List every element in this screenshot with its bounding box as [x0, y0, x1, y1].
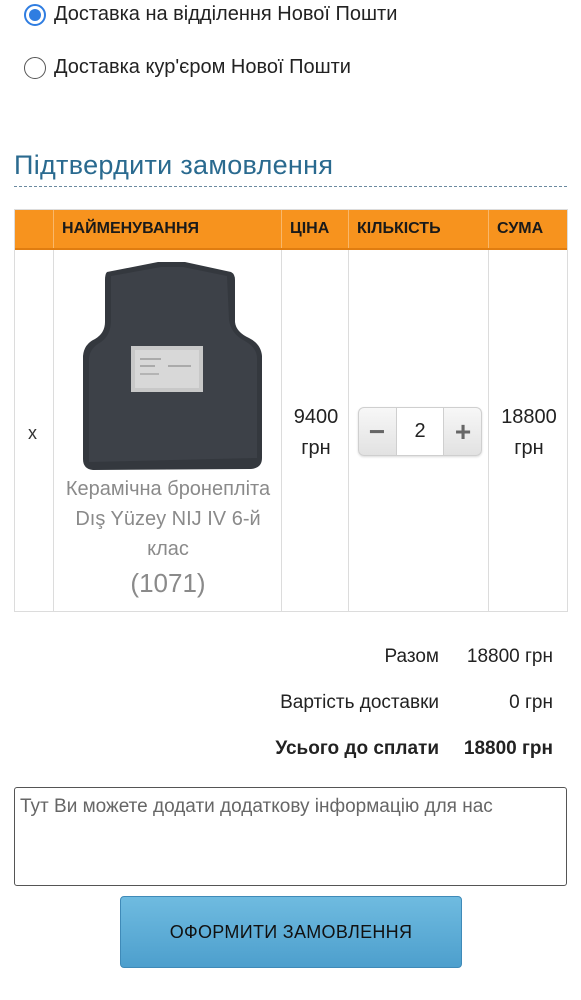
delivery-option-branch-label: Доставка на відділення Нової Пошти — [54, 3, 398, 25]
remove-item-button[interactable]: x — [28, 423, 37, 444]
quantity-input[interactable]: 2 — [396, 408, 444, 455]
product-name-link[interactable]: Керамічна бронепліта Dış Yüzey NIJ IV 6-… — [55, 474, 281, 564]
header-quantity: КІЛЬКІСТЬ — [357, 220, 441, 237]
order-table: НАЙМЕНУВАННЯ ЦІНА КІЛЬКІСТЬ СУМА x Керам… — [14, 209, 568, 612]
header-divider — [281, 210, 282, 248]
decrease-quantity-button[interactable]: − — [359, 408, 395, 455]
delivery-cost-value: 0 грн — [509, 692, 553, 713]
header-divider — [488, 210, 489, 248]
quantity-stepper: − 2 + — [358, 407, 482, 456]
section-title: Підтвердити замовлення — [14, 150, 334, 180]
product-image[interactable] — [63, 262, 277, 474]
product-code: (1071) — [130, 568, 206, 598]
submit-order-button[interactable]: ОФОРМИТИ ЗАМОВЛЕННЯ — [120, 896, 462, 968]
header-divider — [53, 210, 54, 248]
delivery-option-courier-label: Доставка кур'єром Нової Пошти — [54, 56, 351, 78]
header-name: НАЙМЕНУВАННЯ — [62, 220, 200, 237]
delivery-option-branch[interactable]: Доставка на відділення Нової Пошти — [24, 3, 397, 26]
column-divider — [53, 250, 54, 611]
delivery-cost-label: Вартість доставки — [280, 692, 439, 713]
subtotal-label: Разом — [384, 646, 439, 667]
sum-value: 18800 — [501, 406, 557, 428]
table-header: НАЙМЕНУВАННЯ ЦІНА КІЛЬКІСТЬ СУМА — [15, 210, 567, 250]
column-divider — [488, 250, 489, 611]
subtotal-value: 18800 грн — [466, 646, 553, 667]
header-price: ЦІНА — [290, 220, 330, 237]
header-divider — [348, 210, 349, 248]
radio-checked-icon[interactable] — [24, 3, 46, 26]
price-cell: 9400 грн — [283, 402, 349, 464]
header-remove — [15, 210, 53, 248]
price-value: 9400 — [293, 406, 339, 428]
radio-unchecked-icon[interactable] — [24, 56, 46, 79]
sum-cell: 18800 грн — [490, 402, 568, 464]
delivery-option-courier[interactable]: Доставка кур'єром Нової Пошти — [24, 56, 351, 79]
comment-textarea[interactable] — [14, 787, 567, 886]
column-divider — [281, 250, 282, 611]
title-divider — [14, 186, 567, 187]
total-value: 18800 грн — [463, 738, 553, 759]
total-label: Усього до сплати — [275, 738, 439, 759]
header-sum: СУМА — [497, 220, 544, 237]
price-currency: грн — [301, 437, 331, 459]
sum-currency: грн — [514, 437, 544, 459]
increase-quantity-button[interactable]: + — [445, 408, 481, 455]
